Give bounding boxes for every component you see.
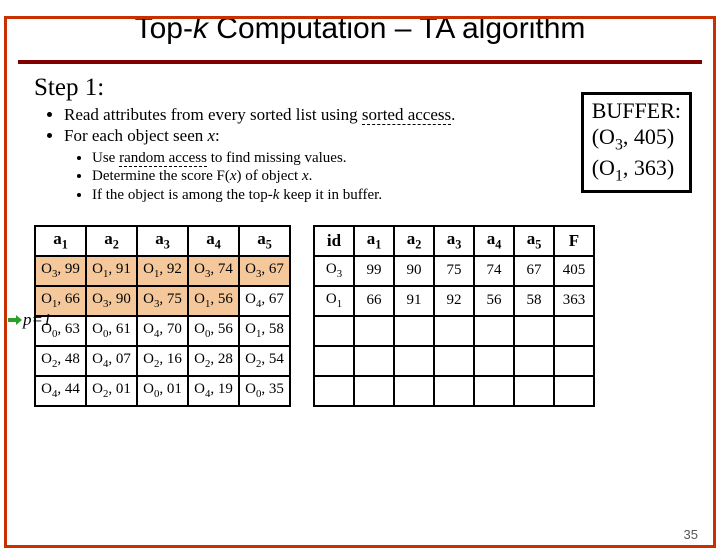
buffer-entry-1: (O3, 405): [592, 124, 681, 155]
buffer-title: BUFFER:: [592, 98, 681, 124]
buffer-entry-2: (O1, 363): [592, 155, 681, 186]
arrow-right-icon: [8, 315, 22, 325]
p-marker: p=1: [8, 310, 51, 330]
buffer-box: BUFFER: (O3, 405) (O1, 363): [581, 92, 692, 193]
